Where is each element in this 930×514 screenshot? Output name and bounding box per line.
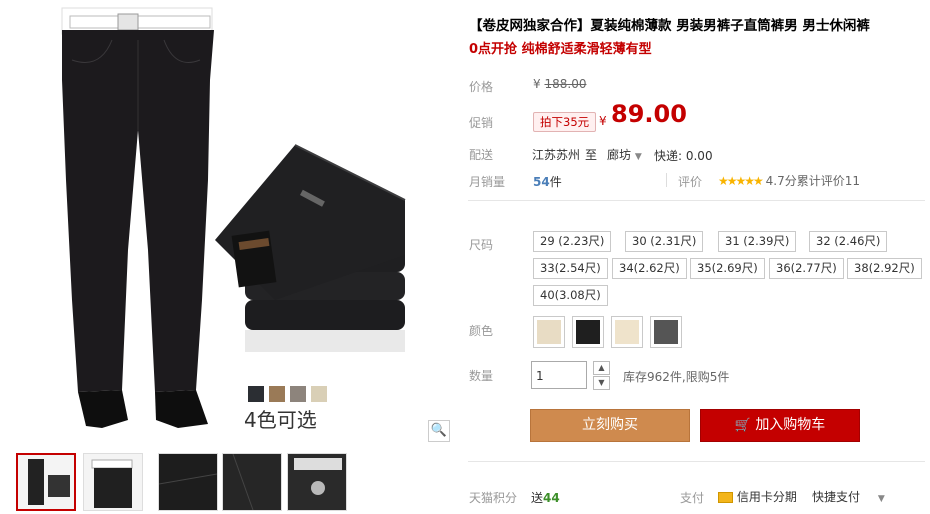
swatch-beige-image bbox=[615, 320, 639, 344]
swatch-gray-image bbox=[654, 320, 678, 344]
size-option-32[interactable]: 32 (2.46尺) bbox=[809, 231, 888, 252]
color-swatch-black[interactable] bbox=[572, 316, 604, 348]
monthly-sales-count: 54 bbox=[533, 175, 550, 189]
monthly-sales-unit: 件 bbox=[549, 175, 562, 189]
original-price: ¥ 188.00 bbox=[533, 77, 586, 91]
quantity-label: 数量 bbox=[469, 369, 494, 383]
color-swatch-beige[interactable] bbox=[611, 316, 643, 348]
size-option-30[interactable]: 30 (2.31尺) bbox=[625, 231, 704, 252]
thumbnail-3[interactable] bbox=[158, 453, 218, 511]
size-option-35[interactable]: 35(2.69尺) bbox=[690, 258, 765, 279]
product-photo bbox=[61, 7, 406, 428]
delivery-to: 廊坊 bbox=[607, 148, 632, 162]
stock-info: 库存962件,限购5件 bbox=[623, 370, 730, 384]
rating-stars-icon: ★★★★★ bbox=[718, 174, 764, 188]
delivery-destination[interactable]: 廊坊 ▼ bbox=[607, 146, 642, 163]
divider bbox=[468, 461, 925, 462]
divider bbox=[666, 173, 667, 187]
promo-label: 促销 bbox=[469, 116, 494, 130]
size-option-34[interactable]: 34(2.62尺) bbox=[612, 258, 687, 279]
size-option-33[interactable]: 33(2.54尺) bbox=[533, 258, 608, 279]
credit-card-label: 信用卡分期 bbox=[736, 490, 797, 504]
color-label: 颜色 bbox=[469, 324, 494, 338]
quantity-decrease-button[interactable]: ▼ bbox=[593, 376, 610, 390]
color-swatch-gray[interactable] bbox=[650, 316, 682, 348]
tmall-points: 送44 bbox=[531, 489, 560, 506]
rating-text: 4.7分累计评价11 bbox=[765, 174, 860, 188]
quantity-input[interactable]: 1 bbox=[531, 361, 587, 389]
swatch-khaki-image bbox=[537, 320, 561, 344]
shipping-fee: 快递: 0.00 bbox=[654, 149, 713, 163]
swatch-black-image bbox=[576, 320, 600, 344]
thumbnail-1[interactable] bbox=[16, 453, 76, 511]
size-option-36[interactable]: 36(2.77尺) bbox=[769, 258, 844, 279]
price-label: 价格 bbox=[469, 80, 494, 94]
promo-price: 89.00 bbox=[611, 100, 687, 128]
magnifier-icon[interactable]: 🔍 bbox=[428, 420, 450, 442]
product-subtitle: 0点开抢 纯棉舒适柔滑轻薄有型 bbox=[469, 42, 652, 57]
main-product-image[interactable]: 4色可选 bbox=[10, 0, 450, 442]
rating[interactable]: ★★★★★ 4.7分累计评价11 bbox=[718, 172, 860, 189]
promo-tag: 拍下35元 bbox=[533, 112, 597, 132]
promo-currency: ¥ bbox=[599, 114, 607, 128]
tmall-points-prefix: 送 bbox=[531, 491, 544, 505]
cart-icon: 🛒 bbox=[734, 418, 751, 433]
chevron-down-icon: ▼ bbox=[877, 494, 885, 504]
colors-available-text: 4色可选 bbox=[244, 408, 317, 432]
delivery-from: 江苏苏州 bbox=[532, 148, 581, 162]
size-label: 尺码 bbox=[469, 238, 494, 252]
thumbnail-2[interactable] bbox=[83, 453, 143, 511]
payment-label: 支付 bbox=[680, 491, 705, 505]
quick-pay-label: 快捷支付 bbox=[812, 490, 861, 504]
thumbnail-5[interactable] bbox=[287, 453, 347, 511]
size-option-38[interactable]: 38(2.92尺) bbox=[847, 258, 922, 279]
credit-card-icon bbox=[718, 492, 733, 503]
size-option-29[interactable]: 29 (2.23尺) bbox=[533, 231, 612, 252]
size-option-31[interactable]: 31 (2.39尺) bbox=[718, 231, 797, 252]
delivery-label: 配送 bbox=[469, 148, 494, 162]
size-option-40[interactable]: 40(3.08尺) bbox=[533, 285, 608, 306]
product-title: 【卷皮网独家合作】夏装纯棉薄款 男装男裤子直筒裤男 男士休闲裤 bbox=[469, 18, 870, 34]
add-to-cart-button[interactable]: 🛒 加入购物车 bbox=[700, 409, 860, 442]
currency-symbol: ¥ bbox=[533, 77, 541, 91]
credit-card-installment[interactable]: 信用卡分期 bbox=[718, 488, 797, 505]
monthly-sales-label: 月销量 bbox=[469, 175, 506, 189]
color-swatch-khaki[interactable] bbox=[533, 316, 565, 348]
chevron-down-icon: ▼ bbox=[634, 152, 642, 162]
thumbnail-4[interactable] bbox=[222, 453, 282, 511]
original-price-value: 188.00 bbox=[544, 77, 587, 91]
add-to-cart-label: 加入购物车 bbox=[755, 417, 826, 433]
rating-label: 评价 bbox=[678, 175, 703, 189]
tmall-points-label: 天猫积分 bbox=[469, 491, 518, 505]
monthly-sales: 54件 bbox=[533, 173, 562, 190]
tmall-points-value: 44 bbox=[543, 491, 560, 505]
buy-now-button[interactable]: 立刻购买 bbox=[530, 409, 690, 442]
price-panel: 价格 ¥ 188.00 促销 拍下35元 ¥ 89.00 配送 江苏苏州 至 廊… bbox=[468, 72, 925, 201]
quick-pay[interactable]: 快捷支付 ▼ bbox=[812, 488, 885, 505]
quantity-increase-button[interactable]: ▲ bbox=[593, 361, 610, 375]
delivery-to-word: 至 bbox=[585, 148, 598, 162]
